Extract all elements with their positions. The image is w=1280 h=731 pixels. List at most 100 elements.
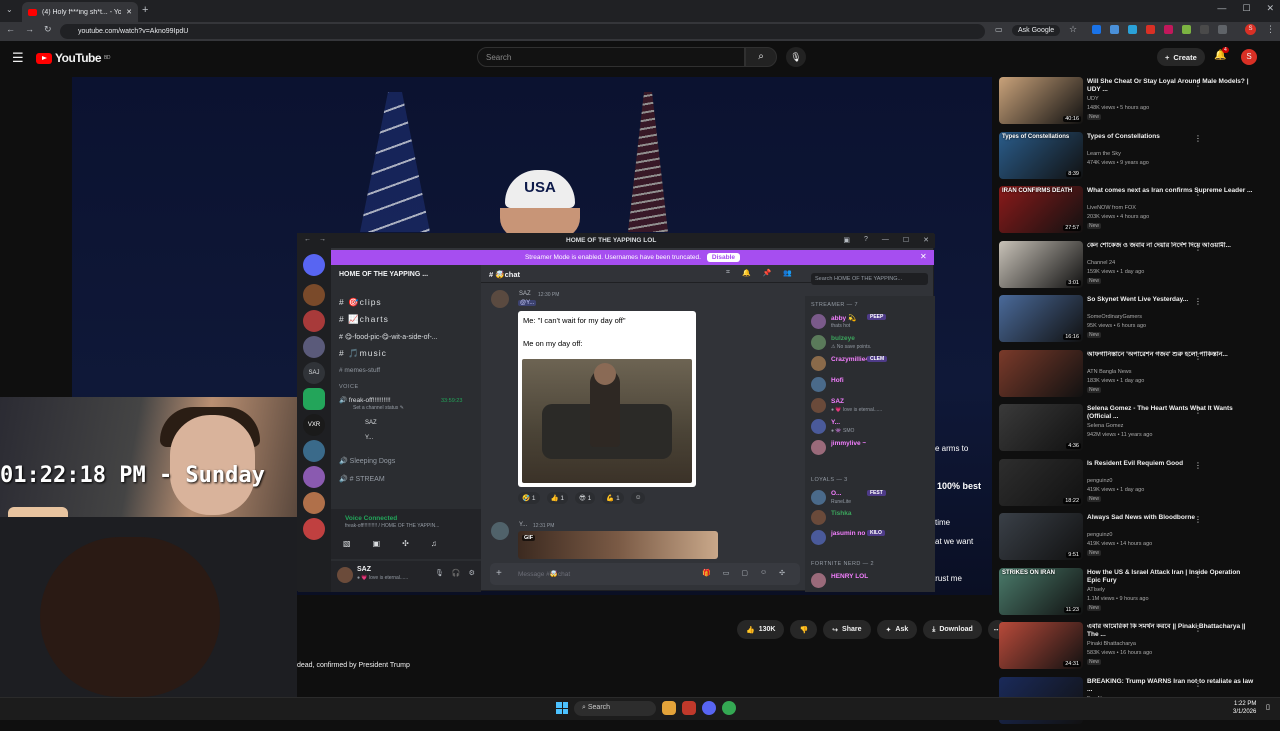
forward-icon[interactable]: → (319, 236, 326, 243)
voice-category-label[interactable]: VOICE (339, 384, 359, 390)
close-window-icon[interactable]: ✕ (1266, 3, 1274, 14)
member-list-icon[interactable]: 👥 (783, 269, 792, 277)
gif-attachment[interactable] (518, 531, 718, 559)
video-description-snippet[interactable]: dead, confirmed by President Trump (297, 662, 410, 669)
video-thumbnail[interactable]: Types of Constellations 8:39 (999, 131, 1083, 179)
member-avatar[interactable] (811, 314, 826, 329)
file-explorer-icon[interactable] (662, 701, 676, 715)
server-icon[interactable] (303, 440, 325, 462)
chrome-app-icon[interactable] (722, 701, 736, 715)
extension-icon[interactable] (1164, 25, 1173, 34)
close-icon[interactable]: ✕ (923, 236, 929, 244)
profile-avatar-icon[interactable]: S (1245, 24, 1256, 35)
server-icon[interactable]: SAJ (303, 362, 325, 384)
voice-channel-status[interactable]: Set a channel status ✎ (353, 405, 404, 411)
voice-user[interactable]: Y... (365, 435, 373, 441)
meme-image[interactable]: Me: "I can't wait for my day off" Me on … (518, 311, 696, 487)
video-thumbnail[interactable]: 3:01 (999, 240, 1083, 288)
server-name[interactable]: HOME OF THE YAPPING ... (339, 271, 428, 278)
message-mention[interactable]: @Y... (518, 300, 537, 306)
server-icon[interactable] (303, 310, 325, 332)
server-icon[interactable] (303, 492, 325, 514)
video-thumbnail[interactable] (999, 349, 1083, 397)
member-avatar[interactable] (811, 440, 826, 455)
video-thumbnail[interactable]: 24:31 (999, 622, 1083, 669)
new-tab-icon[interactable]: + (142, 4, 148, 16)
maximize-icon[interactable]: ☐ (1242, 3, 1250, 14)
member-row[interactable]: jasumin no ch... KILO (809, 528, 931, 548)
taskbar-clock[interactable]: 1:22 PM 3/1/2026 (1233, 700, 1256, 716)
user-avatar[interactable] (337, 567, 353, 583)
download-button[interactable]: ⤓ Download (923, 620, 982, 639)
recommended-video[interactable]: IRAN CONFIRMS DEATH 27:57 What comes next … (999, 186, 1269, 240)
more-options-icon[interactable]: ⋮ (1194, 188, 1202, 197)
channel-name[interactable]: UDY (1087, 96, 1099, 102)
extension-icon[interactable] (1110, 25, 1119, 34)
extension-icon[interactable] (1200, 25, 1209, 34)
recommended-video[interactable]: 40:16 Will She Cheat Or Stay Loyal Around… (999, 77, 1269, 131)
channel-name[interactable]: penguinz0 (1087, 532, 1112, 538)
member-row[interactable]: Crazymillie4... CLEM (809, 354, 931, 374)
video-title[interactable]: Selena Gomez - The Heart Wants What It W… (1087, 405, 1255, 421)
more-options-icon[interactable]: ⋮ (1194, 515, 1202, 524)
menu-hamburger-icon[interactable]: ☰ (12, 50, 24, 66)
recommended-video[interactable]: 16:16 So Skynet Went Live Yesterday... Som… (999, 295, 1269, 349)
channel-name[interactable]: Learn the Sky (1087, 151, 1121, 157)
member-row[interactable]: bulzeye ⚠ No save points. (809, 333, 931, 353)
channel-memes-stuff[interactable]: # memes-stuff (339, 367, 380, 374)
member-avatar[interactable] (811, 530, 826, 545)
activities-icon[interactable]: ✣ (402, 539, 409, 548)
message-avatar[interactable] (491, 522, 509, 540)
video-thumbnail[interactable]: 40:16 (999, 77, 1083, 124)
gif-icon[interactable]: ▭ (723, 569, 730, 577)
channel-name[interactable]: Pinaki Bhattacharya (1087, 641, 1136, 647)
recommended-video[interactable]: 9:51 Always Sad News with Bloodborne pengu… (999, 513, 1269, 567)
screen-share-icon[interactable]: ▣ (373, 539, 381, 548)
pin-icon[interactable]: 📌 (763, 269, 772, 277)
notification-bell-icon[interactable]: 🔔 (742, 269, 751, 277)
soundboard-icon[interactable]: ♫ (431, 539, 437, 548)
server-icon[interactable] (303, 336, 325, 358)
user-name[interactable]: SAZ (357, 566, 371, 573)
more-options-icon[interactable]: ⋮ (1194, 406, 1202, 415)
voice-channel[interactable]: 🔊 # STREAM (339, 475, 385, 483)
member-avatar[interactable] (811, 335, 826, 350)
more-options-icon[interactable]: ⋮ (1194, 79, 1202, 88)
more-options-icon[interactable]: ⋮ (1194, 243, 1202, 252)
attach-plus-icon[interactable]: + (496, 568, 502, 579)
channel-food-pic[interactable]: # 😋-food-pic-😋-wit-a-side-of-... (339, 333, 438, 341)
more-options-icon[interactable]: ⋮ (1194, 461, 1202, 470)
member-row[interactable]: Y... ● 👾 SMO (809, 417, 931, 437)
member-avatar[interactable] (811, 377, 826, 392)
video-thumbnail[interactable]: 18:22 (999, 458, 1083, 506)
account-avatar[interactable]: S (1241, 49, 1257, 65)
extension-icon[interactable] (1128, 25, 1137, 34)
video-title[interactable]: কেন শোকেজ ও জবাব না দেয়ার নির্দেশ দিয়ে… (1087, 242, 1255, 250)
settings-gear-icon[interactable]: ⚙ (469, 569, 475, 577)
video-thumbnail[interactable]: 16:16 (999, 295, 1083, 342)
voice-connected-label[interactable]: Voice Connected (345, 515, 397, 522)
notification-center-icon[interactable]: ▯ (1266, 703, 1270, 711)
channel-name[interactable]: ATN Bangla News (1087, 369, 1132, 375)
browser-tab-youtube[interactable]: (4) Holy f***ing sh*t... - YouTube ✕ (22, 2, 138, 22)
channel-name[interactable]: ATIsely (1087, 587, 1105, 593)
recommended-video[interactable]: 4:36 Selena Gomez - The Heart Wants What … (999, 404, 1269, 458)
video-title[interactable]: How the US & Israel Attack Iran | Inside… (1087, 569, 1255, 585)
url-field[interactable]: youtube.com/watch?v=Akno99IpdU (60, 24, 985, 39)
app-icon[interactable] (682, 701, 696, 715)
more-options-icon[interactable]: ⋮ (1194, 570, 1202, 579)
discord-home-icon[interactable] (303, 254, 325, 276)
maximize-icon[interactable]: ☐ (903, 236, 909, 244)
reaction[interactable]: 💪 1 (602, 492, 624, 504)
reaction[interactable]: 🤣 1 (518, 492, 540, 504)
back-icon[interactable]: ← (304, 236, 311, 243)
inbox-icon[interactable]: ▣ (843, 236, 850, 244)
member-row[interactable]: HENRY LOL (809, 571, 931, 591)
windows-start-icon[interactable] (556, 702, 568, 714)
message-author[interactable]: Y... (519, 522, 527, 528)
member-row[interactable]: Hofi (809, 375, 931, 395)
taskbar-search[interactable]: ⌕ Search (574, 701, 656, 716)
cast-icon[interactable]: ▭ (995, 25, 1003, 34)
video-title[interactable]: So Skynet Went Live Yesterday... (1087, 296, 1255, 304)
close-tab-icon[interactable]: ✕ (126, 8, 132, 16)
